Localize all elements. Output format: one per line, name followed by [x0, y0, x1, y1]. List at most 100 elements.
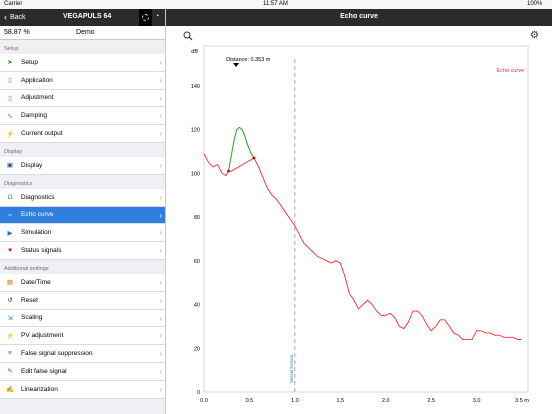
menu-item-label: Diagnostics	[21, 193, 55, 201]
device-status-icon[interactable]	[139, 9, 152, 26]
page-title: Echo curve	[166, 9, 552, 26]
menu-item-label: PV adjustment	[21, 332, 64, 340]
y-tick-label: 60	[194, 259, 200, 265]
menu-item-damping[interactable]: ∿ Damping ›	[0, 107, 165, 126]
y-axis-label: dB	[191, 49, 198, 55]
y-tick-label: 20	[194, 346, 200, 352]
menu-item-label: Edit false signal	[21, 367, 67, 375]
legend-echo-curve: Echo curve	[496, 68, 524, 74]
x-tick-label: 1.0	[291, 398, 299, 404]
menu-item-scaling[interactable]: ⇲ Scaling ›	[0, 309, 165, 328]
distance-label: Distance: 0.353 m	[226, 57, 271, 63]
x-tick-label: 0.0	[200, 398, 208, 404]
menu-item-linearization[interactable]: ✍ Linearization ›	[0, 380, 165, 399]
adjustment-icon: ▯	[8, 94, 12, 102]
plot-frame	[203, 45, 529, 393]
chevron-right-icon: ›	[159, 349, 162, 359]
menu-item-label: Current output	[21, 130, 63, 138]
settings-menu: Setup ➤ Setup › ▯ Application › ▯ Adjustment › ∿ Da…	[0, 40, 165, 399]
menu-item-reset[interactable]: ↺ Reset ›	[0, 291, 165, 310]
menu-item-false-signal-suppression[interactable]: ≡ False signal suppression ›	[0, 345, 165, 363]
menu-item-label: False signal suppression	[21, 350, 93, 358]
level-value: 58.87 %	[4, 29, 30, 36]
simulation-icon: ▶	[7, 229, 13, 237]
current-output-icon: ⚡	[5, 130, 15, 138]
y-tick-label: 40	[194, 303, 200, 309]
sidebar: ‹ Back VEGAPULS 64 ◔ 58.87 % Demo Setup ➤…	[0, 9, 166, 414]
menu-item-label: Scaling	[21, 314, 43, 322]
pv-adjustment-icon: ⚡	[5, 332, 15, 340]
menu-item-label: Echo curve	[21, 211, 54, 219]
menu-item-status-signals[interactable]: ♥ Status signals ›	[0, 242, 165, 260]
menu-item-pv-adjustment[interactable]: ⚡ PV adjustment ›	[0, 327, 165, 346]
y-tick-label: 0	[197, 390, 200, 396]
section-header: Diagnostics	[4, 180, 33, 187]
menu-item-echo-curve[interactable]: ∼ Echo curve ›	[0, 206, 165, 225]
x-tick-label: 2.0	[382, 398, 390, 404]
echo-peak-line	[228, 126, 255, 172]
menu-item-label: Reset	[21, 296, 38, 304]
mode-label: Demo	[76, 29, 95, 36]
battery-label: 100%	[527, 1, 543, 7]
menu-item-setup[interactable]: ➤ Setup ›	[0, 54, 165, 72]
chevron-right-icon: ›	[159, 192, 162, 202]
chevron-right-icon: ›	[159, 58, 162, 67]
section-header: Display	[4, 148, 23, 155]
menu-item-label: Status signals	[21, 247, 62, 255]
edit-false-signal-icon: ✎	[7, 368, 13, 376]
x-tick-label: 0.5	[246, 398, 254, 404]
distance-marker-icon	[233, 63, 240, 67]
echo-curve-chart: dB 0 20 40 60 80 100 120 140 0.0 0.5 1.0 1.5 2.0 2.5 3.…	[191, 45, 529, 404]
menu-item-edit-false-signal[interactable]: ✎ Edit false signal ›	[0, 362, 165, 381]
section-header: Additional settings	[4, 265, 49, 272]
peak-start-point	[227, 169, 230, 173]
chevron-right-icon: ›	[159, 384, 162, 394]
chevron-right-icon: ›	[159, 277, 162, 287]
chevron-right-icon: ›	[159, 295, 162, 305]
chevron-right-icon: ›	[159, 331, 162, 341]
chevron-right-icon: ›	[159, 210, 162, 220]
echo-curve-panel: Echo curve ⚙ dB 0 20 40 60 80 100 120 140 0.0 0.5 1…	[166, 9, 552, 414]
menu-item-current-output[interactable]: ⚡ Current output ›	[0, 125, 165, 143]
scaling-icon: ⇲	[7, 314, 13, 322]
menu-item-display[interactable]: ▣ Display ›	[0, 156, 165, 175]
carrier-label: Carrier	[4, 1, 23, 7]
heart-icon: ♥	[8, 247, 12, 255]
chevron-right-icon: ›	[159, 313, 162, 323]
menu-item-date-time[interactable]: ▦ Date/Time ›	[0, 273, 165, 292]
chevron-right-icon: ›	[159, 160, 162, 170]
x-tick-label: 3.5 m	[515, 398, 529, 404]
menu-item-simulation[interactable]: ▶ Simulation ›	[0, 224, 165, 243]
measurement-bar: 58.87 % Demo	[0, 26, 165, 40]
sidebar-navbar: ‹ Back VEGAPULS 64 ◔	[0, 9, 165, 26]
chevron-right-icon: ›	[159, 246, 162, 256]
x-tick-label: 2.5	[427, 398, 435, 404]
status-bar: Carrier 11:57 AM 100%	[0, 0, 552, 9]
chevron-right-icon: ›	[159, 228, 162, 238]
display-icon: ▣	[6, 162, 14, 170]
false-signal-icon: ≡	[8, 350, 12, 358]
wifi-icon: ◔	[155, 13, 160, 20]
menu-item-label: Linearization	[21, 385, 58, 393]
damping-icon: ∿	[7, 112, 13, 120]
chevron-right-icon: ›	[159, 111, 162, 121]
chevron-right-icon: ›	[159, 75, 162, 85]
back-button[interactable]: ‹ Back	[4, 12, 26, 22]
menu-item-label: Damping	[21, 112, 48, 120]
clock: 11:57 AM	[263, 1, 288, 7]
x-tick-label: 1.5	[336, 398, 344, 404]
chevron-left-icon: ‹	[4, 12, 7, 22]
stethoscope-icon: Ω	[7, 193, 13, 201]
menu-item-diagnostics[interactable]: Ω Diagnostics ›	[0, 188, 165, 207]
chevron-right-icon: ›	[159, 129, 162, 139]
application-icon: ▯	[8, 77, 12, 85]
menu-item-application[interactable]: ▯ Application ›	[0, 71, 165, 90]
menu-item-label: Setup	[21, 58, 38, 66]
device-name: VEGAPULS 64	[63, 13, 112, 20]
menu-item-label: Application	[21, 76, 53, 84]
y-tick-label: 100	[191, 171, 200, 177]
chevron-right-icon: ›	[159, 366, 162, 376]
menu-item-label: Simulation	[21, 229, 52, 237]
setup-icon: ➤	[7, 59, 13, 67]
menu-item-adjustment[interactable]: ▯ Adjustment ›	[0, 89, 165, 108]
